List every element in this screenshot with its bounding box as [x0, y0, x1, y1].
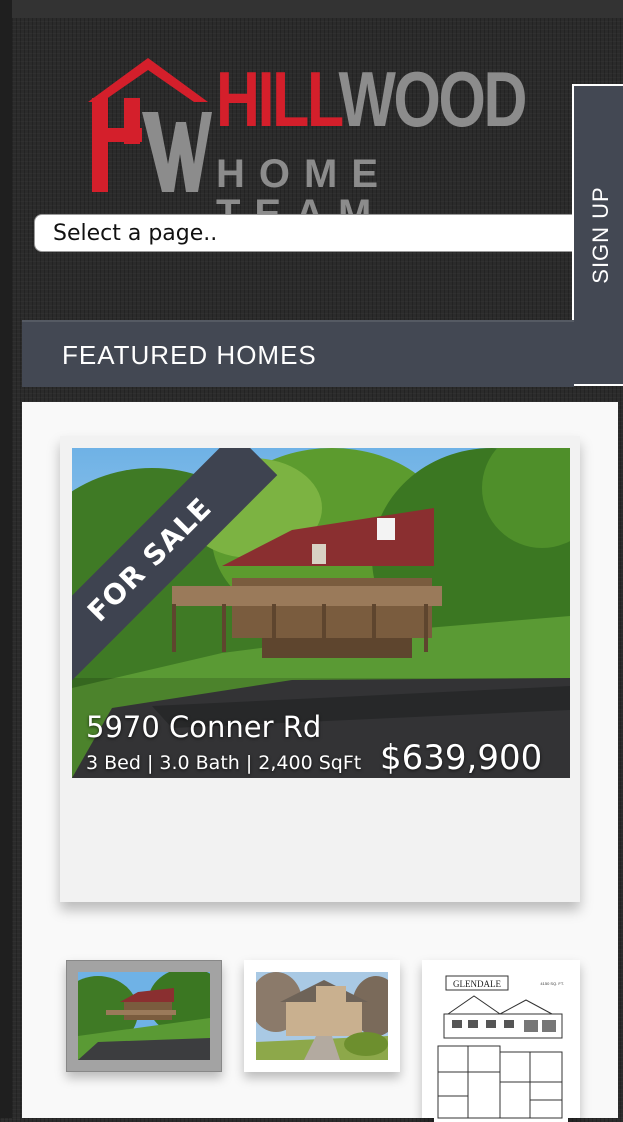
- content-panel: FOR SALE 5970 Conner Rd 3 Bed | 3.0 Bath…: [22, 402, 618, 1122]
- left-edge: [0, 0, 12, 1118]
- logo-wordmark: HILLWOOD: [216, 55, 527, 143]
- listing-address: 5970 Conner Rd: [86, 710, 322, 744]
- thumbnail-3[interactable]: GLENDALE 4150 SQ. FT.: [422, 960, 580, 1122]
- floorplan-image: GLENDALE 4150 SQ. FT.: [434, 972, 568, 1122]
- top-edge: [0, 0, 623, 18]
- house-logo-icon: [88, 58, 212, 192]
- floorplan-title: GLENDALE: [453, 979, 501, 989]
- listing-photo[interactable]: FOR SALE 5970 Conner Rd 3 Bed | 3.0 Bath…: [72, 448, 570, 778]
- sign-up-label: SIGN UP: [588, 186, 613, 284]
- listing-specs: 3 Bed | 3.0 Bath | 2,400 SqFt: [86, 752, 362, 774]
- page-select-dropdown[interactable]: Select a page..: [34, 214, 594, 252]
- listing-card[interactable]: FOR SALE 5970 Conner Rd 3 Bed | 3.0 Bath…: [60, 436, 580, 902]
- hillwood-logo[interactable]: HILLWOOD HOME TEAM: [84, 54, 560, 234]
- thumbnail-2[interactable]: [244, 960, 400, 1072]
- thumbnail-1[interactable]: [66, 960, 222, 1072]
- sign-up-tab[interactable]: SIGN UP: [572, 84, 623, 386]
- page-select-value: Select a page..: [53, 221, 218, 246]
- featured-homes-header: FEATURED HOMES: [22, 320, 574, 387]
- featured-homes-title: FEATURED HOMES: [62, 340, 317, 370]
- house-thumb-image: [78, 972, 210, 1060]
- house-thumb-image: [256, 972, 388, 1060]
- floorplan-sqft: 4150 SQ. FT.: [540, 981, 564, 986]
- listing-price: $639,900: [380, 738, 543, 778]
